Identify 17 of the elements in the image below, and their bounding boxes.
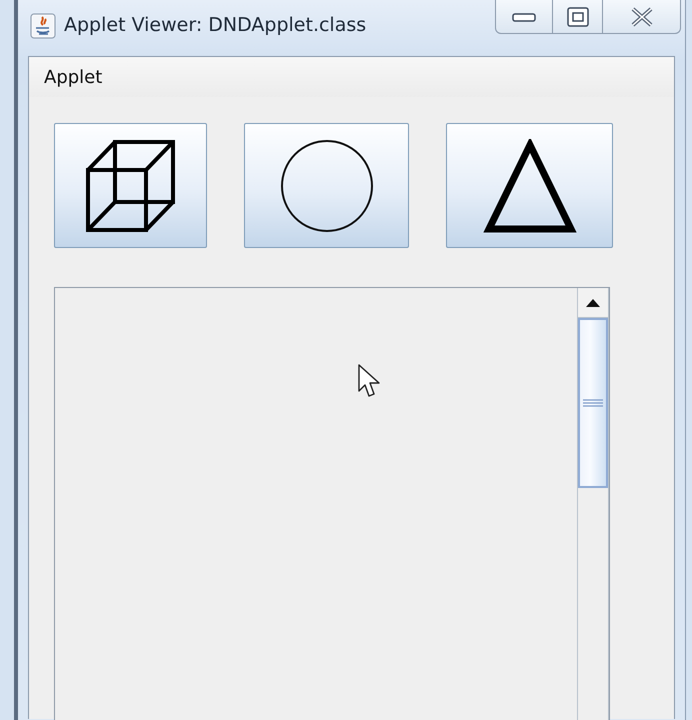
menu-item[interactable]: Applet: [44, 66, 102, 88]
circle-icon: [278, 138, 374, 234]
cube-icon: [84, 138, 176, 234]
window-title: Applet Viewer: DNDApplet.class: [64, 14, 366, 36]
pointer-icon: [358, 364, 382, 398]
triangle-shape-button[interactable]: [446, 123, 613, 248]
up-arrow-icon: [586, 298, 600, 306]
scrollbar[interactable]: [577, 288, 609, 720]
close-icon: [630, 6, 654, 26]
grip-icon: [583, 399, 603, 407]
maximize-icon: [566, 6, 588, 26]
circle-shape-button[interactable]: [244, 123, 409, 248]
app-icon: [30, 13, 56, 39]
cube-shape-button[interactable]: [54, 123, 207, 248]
triangle-icon: [482, 138, 576, 232]
minimize-icon: [512, 10, 536, 22]
scroll-thumb[interactable]: [578, 318, 608, 488]
